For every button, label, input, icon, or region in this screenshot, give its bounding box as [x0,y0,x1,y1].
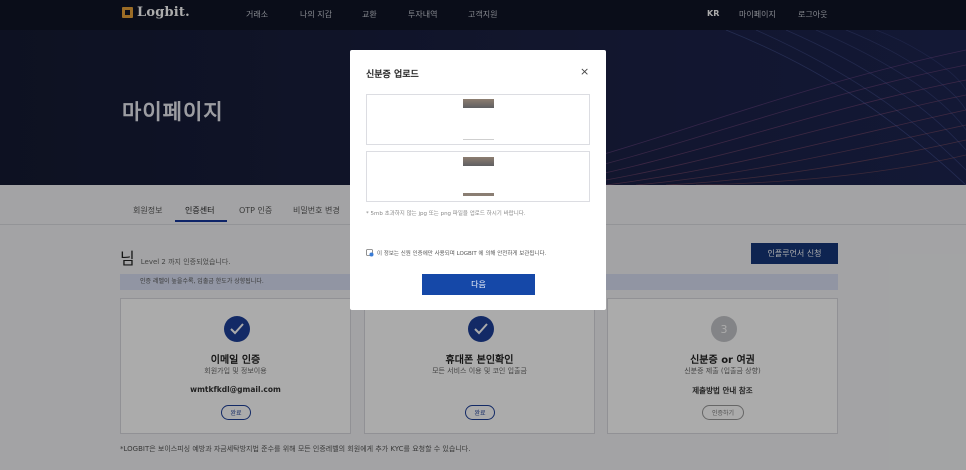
id-upload-modal: 신분증 업로드 × * 5mb 초과하지 않는 jpg 또는 png 파일을 업… [350,50,606,310]
security-note-text: 이 정보는 신원 인증에만 사용되며 LOGBIT 에 의해 안전하게 보관됩니… [377,251,547,257]
upload-hint-text: * 5mb 초과하지 않는 jpg 또는 png 파일을 업로드 하시기 바랍니… [366,211,526,217]
upload-box-front[interactable] [366,94,590,145]
next-button[interactable]: 다음 [422,274,535,295]
close-icon[interactable]: × [580,65,589,78]
upload-box-back[interactable] [366,151,590,202]
shield-check-icon [366,249,374,257]
modal-title: 신분증 업로드 [366,70,419,80]
thumbnail-edge [463,193,494,196]
uploaded-image-thumbnail [463,157,494,166]
uploaded-image-thumbnail [463,99,494,108]
thumbnail-edge [463,139,494,140]
security-note: 이 정보는 신원 인증에만 사용되며 LOGBIT 에 의해 안전하게 보관됩니… [366,249,546,257]
